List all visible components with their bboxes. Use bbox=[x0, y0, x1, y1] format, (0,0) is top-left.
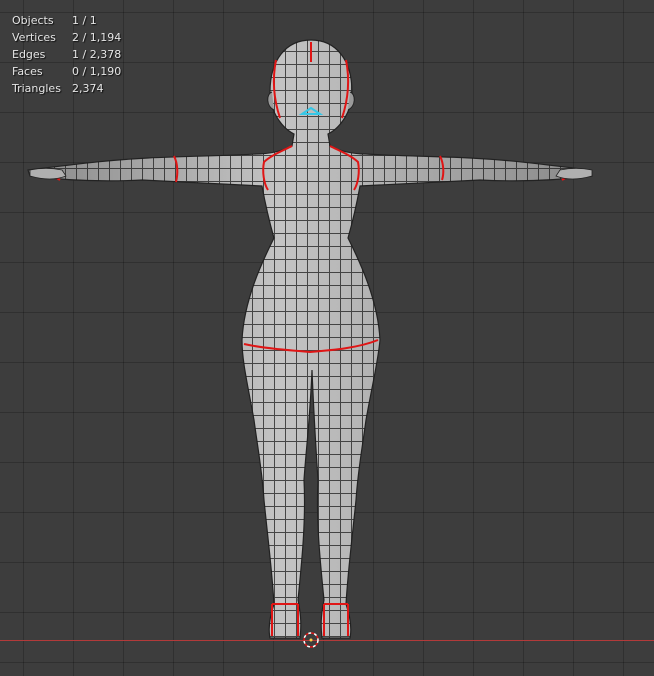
3d-cursor-icon[interactable] bbox=[301, 630, 321, 650]
mesh-wireframe bbox=[28, 40, 592, 638]
character-mesh[interactable] bbox=[0, 0, 654, 676]
3d-viewport[interactable]: Objects 1 / 1 Vertices 2 / 1,194 Edges 1… bbox=[0, 0, 654, 676]
